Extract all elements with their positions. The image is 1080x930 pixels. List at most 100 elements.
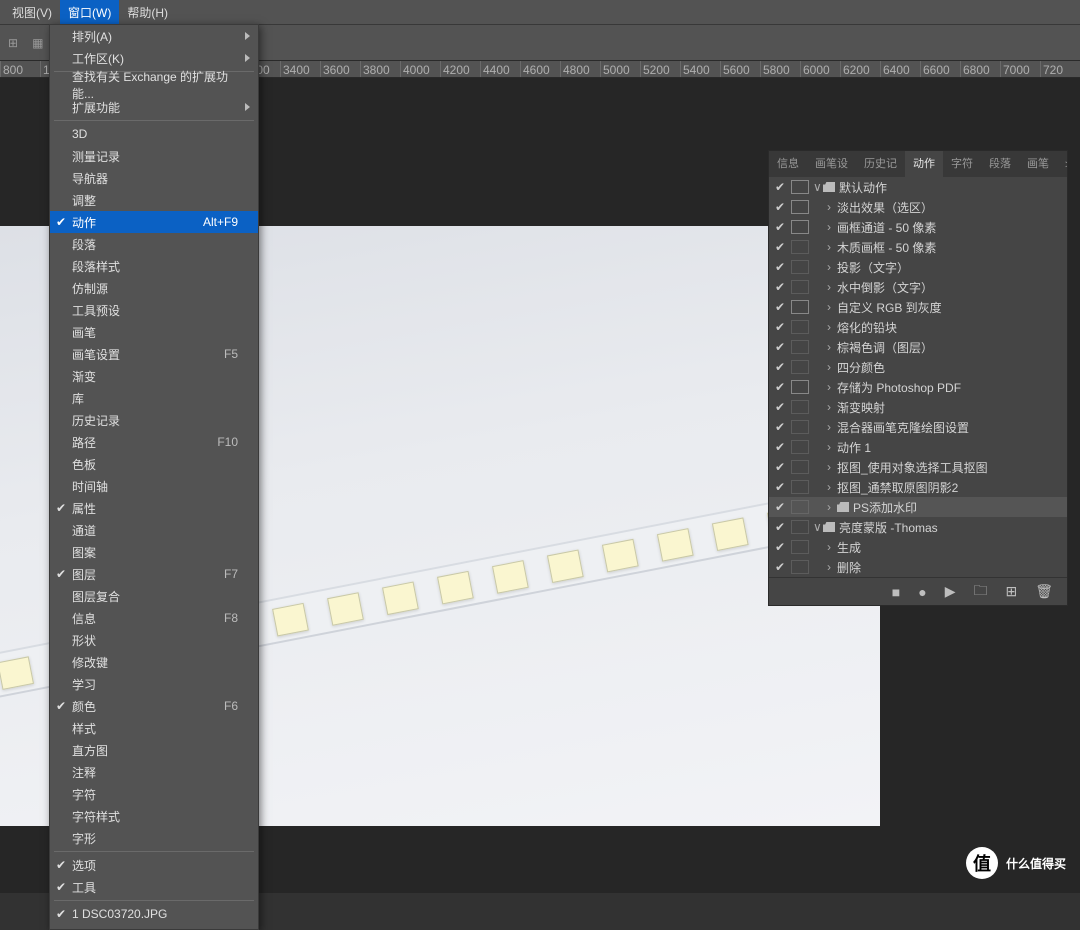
action-row[interactable]: ✔›PS添加水印 bbox=[769, 497, 1067, 517]
record-icon[interactable]: ● bbox=[918, 584, 926, 600]
menu-item[interactable]: ✔颜色F6 bbox=[50, 695, 258, 717]
action-dialog-toggle[interactable] bbox=[791, 380, 809, 394]
menu-item[interactable]: 直方图 bbox=[50, 739, 258, 761]
action-row[interactable]: ✔∨亮度蒙版 -Thomas bbox=[769, 517, 1067, 537]
action-dialog-toggle[interactable] bbox=[791, 300, 809, 314]
action-toggle[interactable]: ✔ bbox=[769, 400, 791, 414]
action-row[interactable]: ✔›渐变映射 bbox=[769, 397, 1067, 417]
action-dialog-toggle[interactable] bbox=[791, 260, 809, 274]
action-toggle[interactable]: ✔ bbox=[769, 360, 791, 374]
menu-item[interactable]: 通道 bbox=[50, 519, 258, 541]
action-row[interactable]: ✔›木质画框 - 50 像素 bbox=[769, 237, 1067, 257]
menu-item[interactable]: 信息F8 bbox=[50, 607, 258, 629]
action-toggle[interactable]: ✔ bbox=[769, 500, 791, 514]
action-toggle[interactable]: ✔ bbox=[769, 180, 791, 194]
trash-icon[interactable]: 🗑 bbox=[1035, 583, 1053, 600]
menu-item[interactable]: 路径F10 bbox=[50, 431, 258, 453]
caret-icon[interactable]: › bbox=[827, 240, 837, 254]
action-dialog-toggle[interactable] bbox=[791, 560, 809, 574]
action-row[interactable]: ✔›抠图_通禁取原图阴影2 bbox=[769, 477, 1067, 497]
new-icon[interactable]: ⊞ bbox=[1005, 583, 1017, 600]
caret-icon[interactable]: › bbox=[827, 200, 837, 214]
action-toggle[interactable]: ✔ bbox=[769, 480, 791, 494]
menu-view[interactable]: 视图(V) bbox=[4, 0, 60, 25]
menu-item[interactable]: 图层复合 bbox=[50, 585, 258, 607]
action-row[interactable]: ✔›生成 bbox=[769, 537, 1067, 557]
tabs-more-icon[interactable]: >> bbox=[1057, 153, 1067, 177]
menu-item[interactable]: 工作区(K) bbox=[50, 47, 258, 69]
action-dialog-toggle[interactable] bbox=[791, 420, 809, 434]
action-dialog-toggle[interactable] bbox=[791, 400, 809, 414]
menu-item[interactable]: 导航器 bbox=[50, 167, 258, 189]
folder-icon[interactable]: 🗀 bbox=[973, 580, 987, 604]
action-toggle[interactable]: ✔ bbox=[769, 560, 791, 574]
panel-tab[interactable]: 历史记 bbox=[856, 151, 905, 177]
menu-item[interactable]: 扩展功能 bbox=[50, 96, 258, 118]
menu-item[interactable]: 画笔 bbox=[50, 321, 258, 343]
menu-item[interactable]: ✔动作Alt+F9 bbox=[50, 211, 258, 233]
caret-icon[interactable]: › bbox=[827, 440, 837, 454]
menu-item[interactable]: 段落样式 bbox=[50, 255, 258, 277]
action-row[interactable]: ✔›投影（文字） bbox=[769, 257, 1067, 277]
caret-icon[interactable]: › bbox=[827, 400, 837, 414]
action-dialog-toggle[interactable] bbox=[791, 220, 809, 234]
action-row[interactable]: ✔›自定义 RGB 到灰度 bbox=[769, 297, 1067, 317]
action-row[interactable]: ✔›存储为 Photoshop PDF bbox=[769, 377, 1067, 397]
action-toggle[interactable]: ✔ bbox=[769, 420, 791, 434]
panel-tab[interactable]: 段落 bbox=[981, 151, 1019, 177]
caret-icon[interactable]: › bbox=[827, 540, 837, 554]
caret-icon[interactable]: › bbox=[827, 480, 837, 494]
action-toggle[interactable]: ✔ bbox=[769, 220, 791, 234]
menu-item[interactable]: 学习 bbox=[50, 673, 258, 695]
action-row[interactable]: ✔∨默认动作 bbox=[769, 177, 1067, 197]
action-row[interactable]: ✔›删除 bbox=[769, 557, 1067, 577]
action-row[interactable]: ✔›画框通道 - 50 像素 bbox=[769, 217, 1067, 237]
action-dialog-toggle[interactable] bbox=[791, 280, 809, 294]
action-toggle[interactable]: ✔ bbox=[769, 260, 791, 274]
action-toggle[interactable]: ✔ bbox=[769, 540, 791, 554]
menu-item[interactable]: ✔1 DSC03720.JPG bbox=[50, 903, 258, 925]
action-dialog-toggle[interactable] bbox=[791, 440, 809, 454]
action-row[interactable]: ✔›动作 1 bbox=[769, 437, 1067, 457]
action-toggle[interactable]: ✔ bbox=[769, 200, 791, 214]
menu-item[interactable]: 工具预设 bbox=[50, 299, 258, 321]
panel-tab[interactable]: 字符 bbox=[943, 151, 981, 177]
panel-tab[interactable]: 动作 bbox=[905, 151, 943, 177]
action-toggle[interactable]: ✔ bbox=[769, 320, 791, 334]
menu-item[interactable]: 段落 bbox=[50, 233, 258, 255]
action-toggle[interactable]: ✔ bbox=[769, 240, 791, 254]
menu-item[interactable]: 色板 bbox=[50, 453, 258, 475]
menu-window[interactable]: 窗口(W) bbox=[60, 0, 119, 25]
panel-tab[interactable]: 画笔设 bbox=[807, 151, 856, 177]
menu-item[interactable]: ✔工具 bbox=[50, 876, 258, 898]
menu-item[interactable]: 形状 bbox=[50, 629, 258, 651]
menu-item[interactable]: 字形 bbox=[50, 827, 258, 849]
action-toggle[interactable]: ✔ bbox=[769, 460, 791, 474]
action-dialog-toggle[interactable] bbox=[791, 500, 809, 514]
action-dialog-toggle[interactable] bbox=[791, 240, 809, 254]
action-dialog-toggle[interactable] bbox=[791, 340, 809, 354]
caret-icon[interactable]: › bbox=[827, 420, 837, 434]
menu-item[interactable]: 字符样式 bbox=[50, 805, 258, 827]
menu-item[interactable]: 字符 bbox=[50, 783, 258, 805]
caret-icon[interactable]: › bbox=[827, 260, 837, 274]
action-toggle[interactable]: ✔ bbox=[769, 440, 791, 454]
caret-icon[interactable]: › bbox=[827, 280, 837, 294]
menu-item[interactable]: 仿制源 bbox=[50, 277, 258, 299]
action-dialog-toggle[interactable] bbox=[791, 200, 809, 214]
caret-icon[interactable]: ∨ bbox=[813, 520, 823, 534]
play-icon[interactable]: ▶ bbox=[945, 583, 956, 600]
action-dialog-toggle[interactable] bbox=[791, 180, 809, 194]
action-row[interactable]: ✔›棕褐色调（图层） bbox=[769, 337, 1067, 357]
caret-icon[interactable]: › bbox=[827, 460, 837, 474]
caret-icon[interactable]: › bbox=[827, 220, 837, 234]
menu-item[interactable]: ✔属性 bbox=[50, 497, 258, 519]
panel-tab[interactable]: 画笔 bbox=[1019, 151, 1057, 177]
menu-item[interactable]: ✔选项 bbox=[50, 854, 258, 876]
caret-icon[interactable]: › bbox=[827, 300, 837, 314]
menu-item[interactable]: 修改键 bbox=[50, 651, 258, 673]
panel-tab[interactable]: 信息 bbox=[769, 151, 807, 177]
action-dialog-toggle[interactable] bbox=[791, 460, 809, 474]
caret-icon[interactable]: › bbox=[827, 340, 837, 354]
action-row[interactable]: ✔›淡出效果（选区） bbox=[769, 197, 1067, 217]
